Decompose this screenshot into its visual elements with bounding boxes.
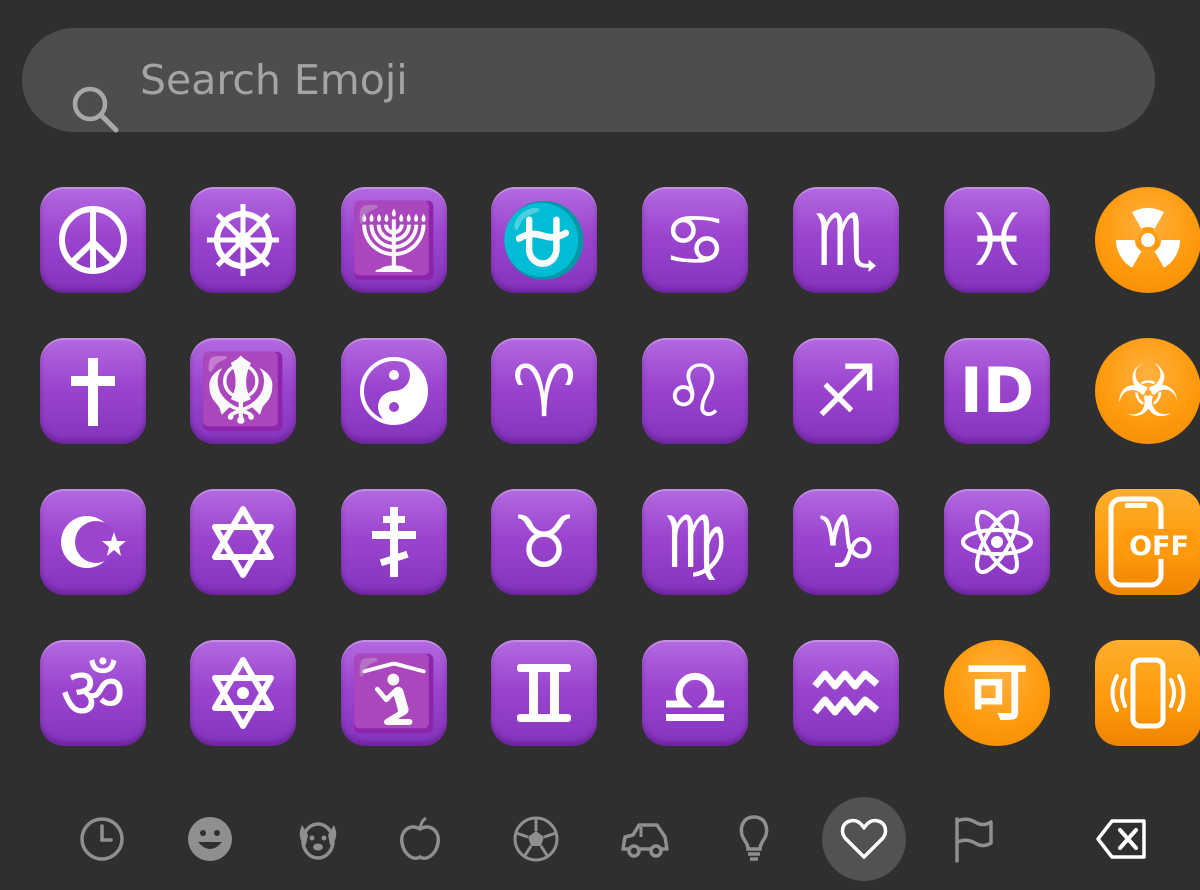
tab-travel[interactable] <box>603 797 687 881</box>
atom-symbol-emoji-key[interactable] <box>944 489 1050 595</box>
symbols-icon <box>838 813 890 865</box>
leo-emoji-key[interactable]: ♌ <box>642 338 748 444</box>
scorpio-icon: ♏ <box>813 198 879 282</box>
wheel-of-dharma-icon <box>190 187 296 293</box>
pisces-icon: ♓ <box>964 198 1030 282</box>
objects-icon <box>728 813 780 865</box>
atom-symbol-icon <box>944 489 1050 595</box>
menorah-icon: 🕎 <box>349 198 439 282</box>
aquarius-icon <box>793 640 899 746</box>
star-of-david-emoji-key[interactable] <box>190 489 296 595</box>
taurus-emoji-key[interactable]: ♉ <box>491 489 597 595</box>
tab-delete-backspace[interactable] <box>1080 797 1164 881</box>
radioactive-emoji-key[interactable] <box>1095 187 1200 293</box>
dotted-six-pointed-star-emoji-key[interactable] <box>190 640 296 746</box>
place-of-worship-emoji-key[interactable]: 🛐 <box>341 640 447 746</box>
food-icon <box>394 813 446 865</box>
om-emoji-key[interactable]: ॐ <box>40 640 146 746</box>
scorpio-emoji-key[interactable]: ♏ <box>793 187 899 293</box>
libra-icon <box>642 640 748 746</box>
biohazard-emoji-key[interactable]: ☣ <box>1095 338 1200 444</box>
capricorn-emoji-key[interactable]: ♑ <box>793 489 899 595</box>
place-of-worship-icon: 🛐 <box>349 651 439 735</box>
cancer-icon: ♋ <box>662 198 728 282</box>
tab-smileys[interactable] <box>168 797 252 881</box>
peace-symbol-emoji-key[interactable] <box>40 187 146 293</box>
dotted-six-pointed-star-icon <box>190 640 296 746</box>
yin-yang-icon <box>341 338 447 444</box>
japanese-acceptable-button-emoji-key[interactable]: 可 <box>944 640 1050 746</box>
orthodox-cross-emoji-key[interactable] <box>341 489 447 595</box>
id-button-emoji-key[interactable]: ID <box>944 338 1050 444</box>
radioactive-icon <box>1095 187 1200 293</box>
japanese-acceptable-button-icon: 可 <box>965 656 1028 729</box>
svg-text:OFF: OFF <box>1129 531 1189 562</box>
star-of-david-icon <box>190 489 296 595</box>
biohazard-icon: ☣ <box>1115 349 1181 433</box>
menorah-emoji-key[interactable]: 🕎 <box>341 187 447 293</box>
animals-icon <box>292 813 344 865</box>
libra-emoji-key[interactable] <box>642 640 748 746</box>
virgo-icon: ♍ <box>662 500 728 584</box>
flags-icon <box>947 813 999 865</box>
vibration-mode-emoji-key[interactable] <box>1095 640 1200 746</box>
latin-cross-emoji-key[interactable] <box>40 338 146 444</box>
star-and-crescent-emoji-key[interactable] <box>40 489 146 595</box>
travel-icon <box>619 813 671 865</box>
gemini-emoji-key[interactable] <box>491 640 597 746</box>
star-and-crescent-icon <box>40 489 146 595</box>
delete-backspace-icon <box>1096 813 1148 865</box>
vibration-mode-icon <box>1095 640 1200 746</box>
tab-animals[interactable] <box>276 797 360 881</box>
leo-icon: ♌ <box>662 349 728 433</box>
sagittarius-icon: ♐ <box>813 349 879 433</box>
mobile-phone-off-emoji-key[interactable]: OFF <box>1095 489 1200 595</box>
mobile-phone-off-icon: OFF <box>1095 489 1200 595</box>
wheel-of-dharma-emoji-key[interactable] <box>190 187 296 293</box>
tab-flags[interactable] <box>931 797 1015 881</box>
category-toolbar <box>0 780 1200 881</box>
smileys-icon <box>184 813 236 865</box>
gemini-icon <box>491 640 597 746</box>
sagittarius-emoji-key[interactable]: ♐ <box>793 338 899 444</box>
peace-symbol-icon <box>40 187 146 293</box>
recent-icon <box>76 813 128 865</box>
khanda-icon: 🪯 <box>198 349 288 433</box>
tab-activity[interactable] <box>494 797 578 881</box>
aries-emoji-key[interactable]: ♈ <box>491 338 597 444</box>
id-button-icon: ID <box>959 354 1035 427</box>
cancer-emoji-key[interactable]: ♋ <box>642 187 748 293</box>
tab-symbols[interactable] <box>822 797 906 881</box>
ophiuchus-icon: ⛎ <box>499 198 589 282</box>
orthodox-cross-icon <box>341 489 447 595</box>
pisces-emoji-key[interactable]: ♓ <box>944 187 1050 293</box>
om-icon: ॐ <box>60 651 126 735</box>
tab-food[interactable] <box>378 797 462 881</box>
latin-cross-icon <box>40 338 146 444</box>
emoji-grid: 🕎 ⛎ ♋ ♏ ♓ 🪯 ♈ ♌ ♐ ID ☣ ♉ ♍ ♑ OFF ॐ 🛐 可 <box>0 0 1200 760</box>
yin-yang-emoji-key[interactable] <box>341 338 447 444</box>
aries-icon: ♈ <box>511 349 577 433</box>
aquarius-emoji-key[interactable] <box>793 640 899 746</box>
capricorn-icon: ♑ <box>813 500 879 584</box>
virgo-emoji-key[interactable]: ♍ <box>642 489 748 595</box>
taurus-icon: ♉ <box>511 500 577 584</box>
ophiuchus-emoji-key[interactable]: ⛎ <box>491 187 597 293</box>
tab-recent[interactable] <box>60 797 144 881</box>
tab-objects[interactable] <box>712 797 796 881</box>
activity-icon <box>510 813 562 865</box>
khanda-emoji-key[interactable]: 🪯 <box>190 338 296 444</box>
